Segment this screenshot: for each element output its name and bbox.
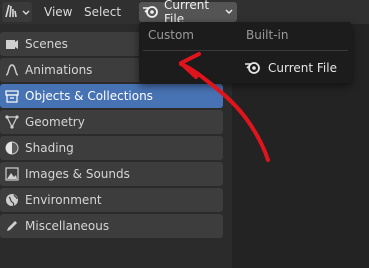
scenes-icon: [4, 36, 20, 52]
geometry-nodes-icon: [4, 114, 20, 130]
dropdown-builtin-header: Built-in: [246, 28, 289, 42]
chevron-down-icon: [22, 5, 30, 19]
library-filter-dropdown: Custom Built-in Current File: [139, 22, 352, 83]
library-filter-button[interactable]: Current File: [139, 0, 237, 26]
dropdown-item-current-file[interactable]: Current File: [242, 58, 346, 78]
chevron-down-icon: [225, 7, 233, 18]
sidebar-item-label: Objects & Collections: [25, 89, 153, 103]
blender-logo-icon: [244, 60, 262, 77]
dropdown-item-label: Current File: [268, 61, 337, 75]
blender-logo-icon: [142, 4, 160, 21]
shading-sphere-icon: [4, 140, 20, 156]
sidebar-item-miscellaneous[interactable]: Miscellaneous: [0, 214, 223, 238]
outliner-header: View Select Current File: [0, 0, 369, 26]
sidebar-item-label: Environment: [25, 193, 102, 207]
world-globe-icon: [4, 192, 20, 208]
menu-view[interactable]: View: [44, 4, 72, 20]
sidebar-item-label: Animations: [25, 63, 93, 77]
image-icon: [4, 166, 20, 182]
editor-type-button[interactable]: [2, 2, 32, 22]
sidebar-item-shading[interactable]: Shading: [0, 136, 223, 160]
sidebar-item-label: Images & Sounds: [25, 167, 130, 181]
dropdown-custom-header: Custom: [148, 28, 194, 42]
sidebar-item-label: Scenes: [25, 37, 68, 51]
animation-curve-icon: [4, 62, 20, 78]
menu-select[interactable]: Select: [84, 4, 121, 20]
sidebar-item-label: Geometry: [25, 115, 85, 129]
sidebar-item-environment[interactable]: Environment: [0, 188, 223, 212]
sidebar-item-label: Shading: [25, 141, 74, 155]
sidebar-item-images-sounds[interactable]: Images & Sounds: [0, 162, 223, 186]
outliner-editor-icon: [4, 4, 20, 21]
sidebar-item-label: Miscellaneous: [25, 219, 110, 233]
sidebar-item-objects-collections[interactable]: Objects & Collections: [0, 84, 223, 108]
pencil-icon: [4, 218, 20, 234]
sidebar-item-geometry[interactable]: Geometry: [0, 110, 223, 134]
dropdown-separator: [143, 50, 348, 51]
collection-box-icon: [4, 88, 20, 104]
